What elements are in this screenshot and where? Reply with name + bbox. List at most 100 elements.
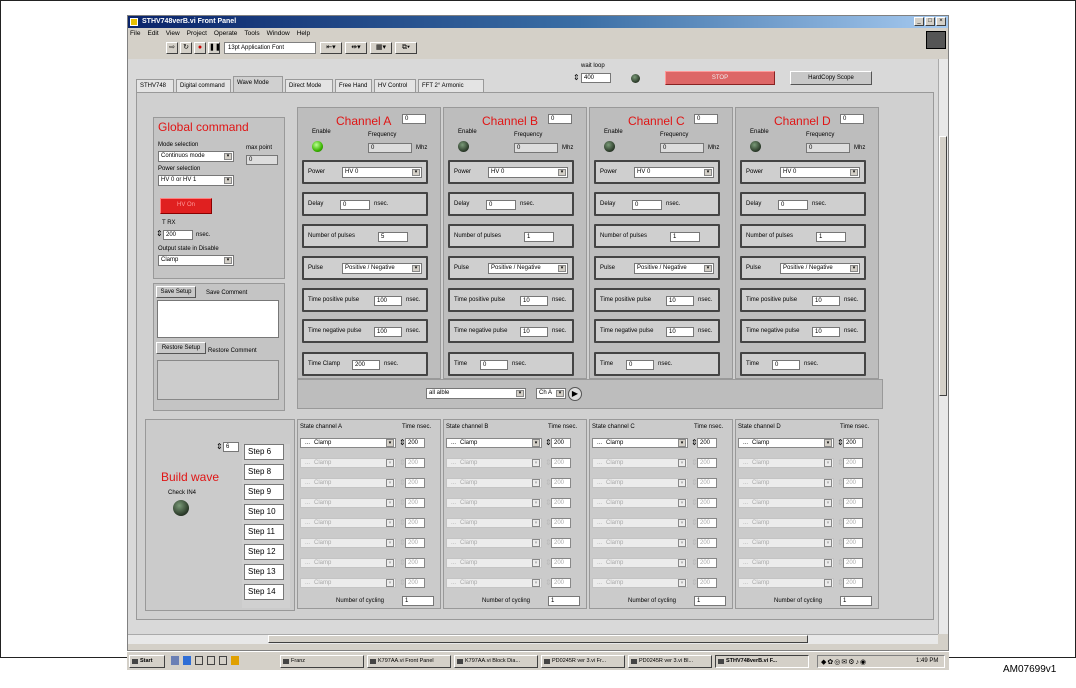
- minimize-button[interactable]: _: [914, 17, 924, 26]
- enable-led[interactable]: [604, 141, 615, 152]
- number-of-cycling-input[interactable]: 1: [840, 596, 872, 606]
- pulses-input[interactable]: 1: [816, 232, 846, 242]
- pulse-select-dropdown-icon[interactable]: ▾: [412, 265, 420, 272]
- time-input[interactable]: 0: [480, 360, 508, 370]
- reorder-icon[interactable]: ⧉▾: [395, 42, 417, 54]
- step-1[interactable]: Step 6: [244, 444, 284, 460]
- power-select[interactable]: HV 0 ▾: [634, 167, 714, 178]
- step-8[interactable]: Step 14: [244, 584, 284, 600]
- output-state-select[interactable]: Clamp ▾: [158, 255, 234, 266]
- taskbar-item[interactable]: PD0245R ver 3.vi Bl...: [628, 655, 712, 668]
- pulses-input[interactable]: 1: [670, 232, 700, 242]
- power-select-dropdown-icon[interactable]: ▾: [412, 169, 420, 176]
- distribute-objects-icon[interactable]: ⇹▾: [345, 42, 367, 54]
- save-setup-button[interactable]: Save Setup: [156, 286, 196, 298]
- state-time-input[interactable]: 200: [405, 438, 425, 448]
- menu-view[interactable]: View: [166, 30, 180, 37]
- power-select[interactable]: HV 0 ▾: [342, 167, 422, 178]
- wait-loop-input[interactable]: 400: [581, 73, 611, 83]
- step-counter-increment-icon[interactable]: ⇕: [216, 442, 223, 451]
- save-comment-textarea[interactable]: [157, 300, 279, 338]
- tneg-input[interactable]: 10: [520, 327, 548, 337]
- time-input[interactable]: 200: [352, 360, 380, 370]
- tab-free-hand[interactable]: Free Hand: [335, 79, 372, 92]
- mode-selection-select-dropdown-icon[interactable]: ▾: [224, 153, 232, 160]
- tneg-input[interactable]: 10: [666, 327, 694, 337]
- pause-icon[interactable]: ❚❚: [208, 42, 221, 54]
- pulse-select[interactable]: Positive / Negative ▾: [780, 263, 860, 274]
- abort-icon[interactable]: ●: [194, 42, 206, 54]
- step-counter-input[interactable]: 6: [223, 442, 239, 452]
- wait-loop-increment-icon[interactable]: ⇕: [573, 73, 580, 82]
- tab-wave-mode[interactable]: Wave Mode: [233, 76, 283, 92]
- state-row-select[interactable]: ... Clamp ▾: [738, 438, 834, 448]
- menu-operate[interactable]: Operate: [214, 30, 238, 37]
- power-select-dropdown-icon[interactable]: ▾: [704, 169, 712, 176]
- tab-fft-2-armonic[interactable]: FFT 2° Armonic: [418, 79, 484, 92]
- power-select[interactable]: HV 0 ▾: [780, 167, 860, 178]
- menu-project[interactable]: Project: [187, 30, 207, 37]
- trx-input[interactable]: 200: [163, 230, 193, 240]
- step-6[interactable]: Step 12: [244, 544, 284, 560]
- channel-select-dropdown-icon[interactable]: ▾: [556, 390, 564, 397]
- pulse-select-dropdown-icon[interactable]: ▾: [850, 265, 858, 272]
- hardcopy-scope-button[interactable]: HardCopy Scope: [790, 71, 872, 85]
- close-button[interactable]: ×: [936, 17, 946, 26]
- run-arrow-icon[interactable]: ⇨: [166, 42, 178, 54]
- power-selection-select-dropdown-icon[interactable]: ▾: [224, 177, 232, 184]
- power-select-dropdown-icon[interactable]: ▾: [850, 169, 858, 176]
- power-select[interactable]: HV 0 ▾: [488, 167, 568, 178]
- taskbar-item[interactable]: Franz: [280, 655, 364, 668]
- start-button[interactable]: Start: [129, 655, 165, 668]
- state-time-input[interactable]: 200: [551, 438, 571, 448]
- align-objects-icon[interactable]: ⇤▾: [320, 42, 342, 54]
- number-of-cycling-input[interactable]: 1: [402, 596, 434, 606]
- mode-selection-select[interactable]: Continuos mode ▾: [158, 151, 234, 162]
- hv-on-button[interactable]: HV On: [160, 198, 212, 214]
- time-input[interactable]: 0: [626, 360, 654, 370]
- maximize-button[interactable]: □: [925, 17, 935, 26]
- restore-setup-button[interactable]: Restore Setup: [156, 342, 206, 354]
- enable-led[interactable]: [458, 141, 469, 152]
- delay-input[interactable]: 0: [778, 200, 808, 210]
- menu-help[interactable]: Help: [297, 30, 310, 37]
- taskbar-item[interactable]: STHV748verB.vi F...: [715, 655, 809, 668]
- pulses-input[interactable]: 1: [524, 232, 554, 242]
- taskbar-item[interactable]: PD0245R ver 3.vi Fr...: [541, 655, 625, 668]
- delay-input[interactable]: 0: [632, 200, 662, 210]
- step-3[interactable]: Step 9: [244, 484, 284, 500]
- tab-digital-command[interactable]: Digital command: [176, 79, 231, 92]
- tab-sthv748[interactable]: STHV748: [136, 79, 174, 92]
- state-time-input[interactable]: 200: [697, 438, 717, 448]
- menu-edit[interactable]: Edit: [147, 30, 158, 37]
- sequence-select[interactable]: all alble ▾: [426, 388, 526, 399]
- tpos-input[interactable]: 10: [666, 296, 694, 306]
- tray-icons[interactable]: ◆✿◎✉⚙♪◉: [821, 658, 867, 666]
- delay-input[interactable]: 0: [486, 200, 516, 210]
- sequence-select-dropdown-icon[interactable]: ▾: [516, 390, 524, 397]
- pulses-input[interactable]: 5: [378, 232, 408, 242]
- resize-objects-icon[interactable]: ▦▾: [370, 42, 392, 54]
- tneg-input[interactable]: 10: [812, 327, 840, 337]
- power-select-dropdown-icon[interactable]: ▾: [558, 169, 566, 176]
- time-input[interactable]: 0: [772, 360, 800, 370]
- tab-hv-control[interactable]: HV Control: [374, 79, 416, 92]
- delay-input[interactable]: 0: [340, 200, 370, 210]
- vertical-scroll-thumb[interactable]: [939, 136, 947, 396]
- menu-tools[interactable]: Tools: [244, 30, 259, 37]
- pulse-select[interactable]: Positive / Negative ▾: [342, 263, 422, 274]
- number-of-cycling-input[interactable]: 1: [548, 596, 580, 606]
- pulse-select-dropdown-icon[interactable]: ▾: [704, 265, 712, 272]
- pulse-select[interactable]: Positive / Negative ▾: [488, 263, 568, 274]
- taskbar-item[interactable]: K797AA.vi Front Panel: [367, 655, 451, 668]
- state-row-dropdown-icon[interactable]: ▾: [386, 439, 394, 447]
- step-7[interactable]: Step 13: [244, 564, 284, 580]
- step-5[interactable]: Step 11: [244, 524, 284, 540]
- power-selection-select[interactable]: HV 0 or HV 1 ▾: [158, 175, 234, 186]
- state-row-select[interactable]: ... Clamp ▾: [446, 438, 542, 448]
- horizontal-scroll-thumb[interactable]: [268, 635, 808, 643]
- tneg-input[interactable]: 100: [374, 327, 402, 337]
- taskbar-item[interactable]: K797AA.vi Block Dia...: [454, 655, 538, 668]
- enable-led[interactable]: [312, 141, 323, 152]
- number-of-cycling-input[interactable]: 1: [694, 596, 726, 606]
